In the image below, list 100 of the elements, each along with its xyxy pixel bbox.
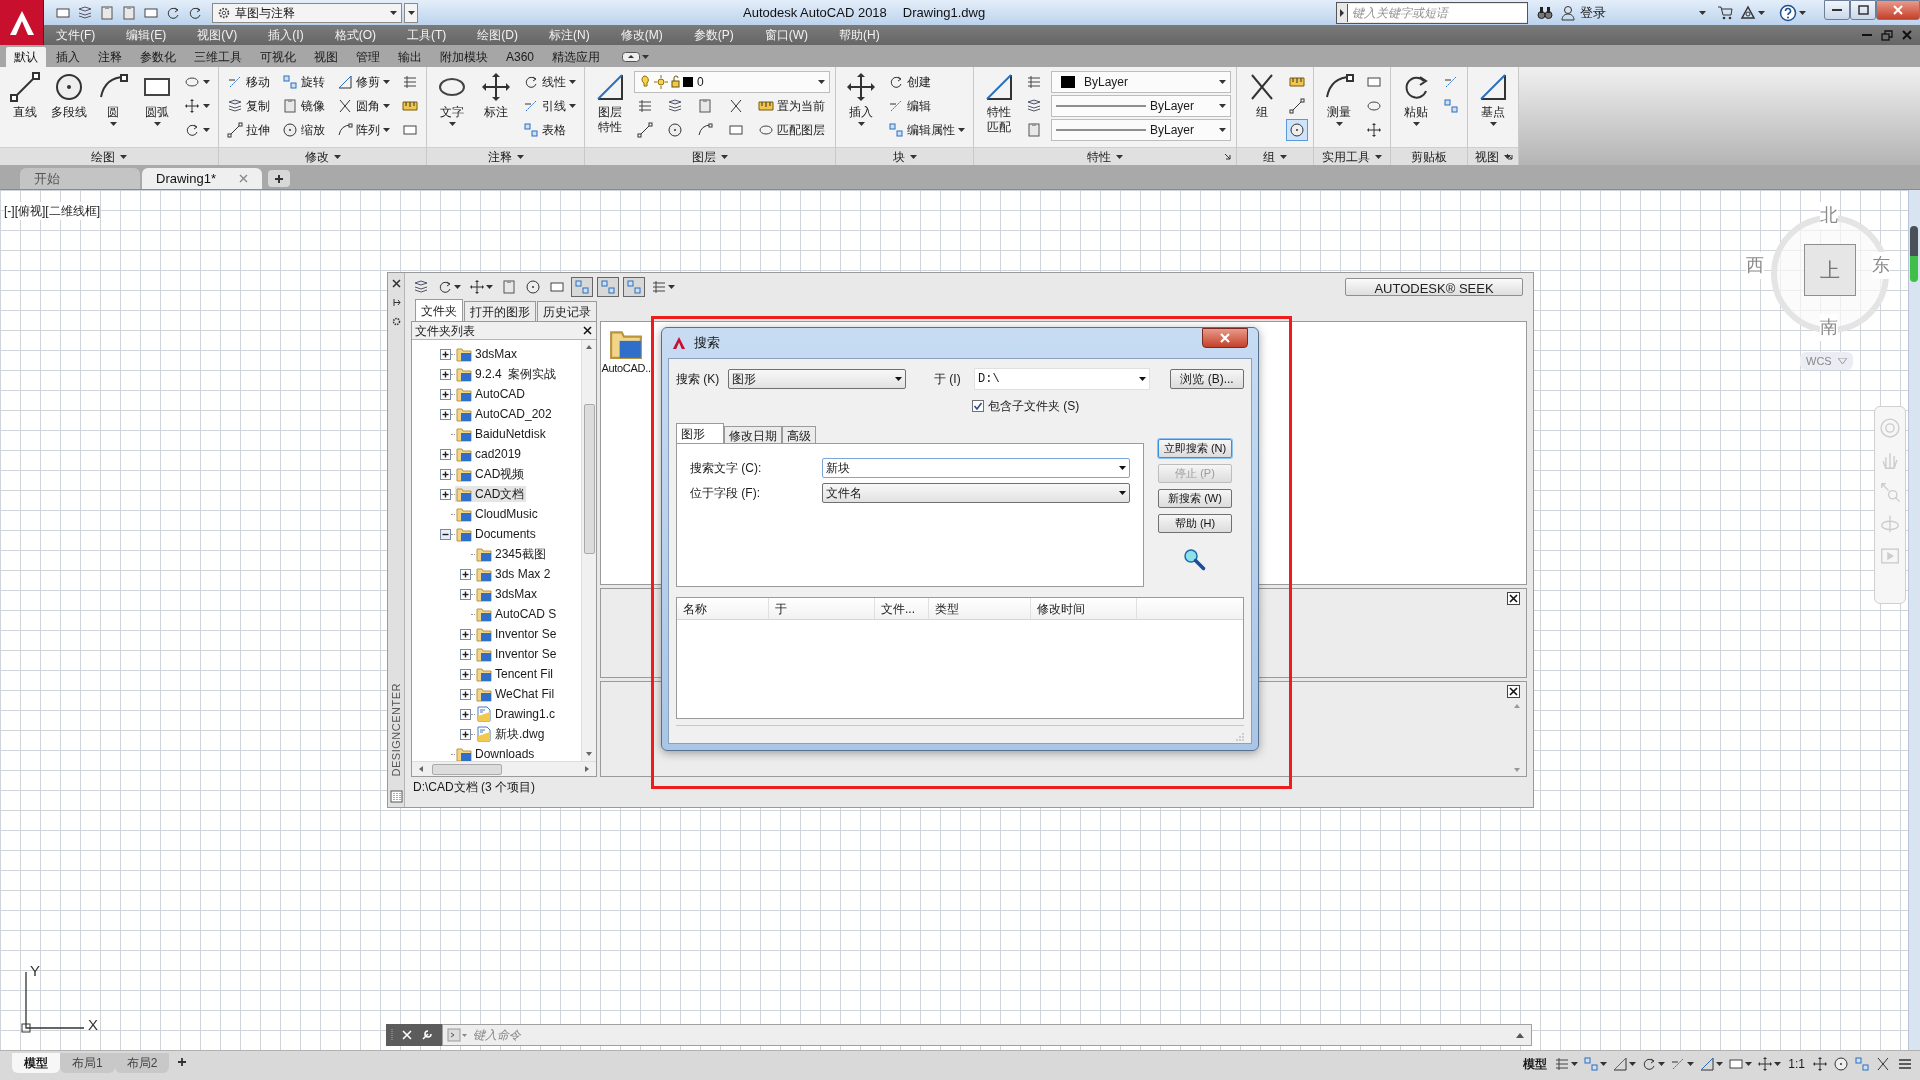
tool-button[interactable]: 引线: [520, 95, 579, 117]
panel-title-button[interactable]: 剪贴板: [1391, 147, 1467, 165]
panel-title-button[interactable]: 块: [836, 147, 973, 165]
search-type-dropdown[interactable]: 图形: [728, 369, 906, 389]
tree-item[interactable]: CAD视频: [455, 466, 527, 482]
ribbon-tab[interactable]: 视图: [306, 47, 346, 67]
large-tool-button[interactable]: 基点: [1473, 71, 1513, 126]
layout-tab[interactable]: 布局2: [114, 1053, 170, 1073]
ribbon-tab[interactable]: 输出: [390, 47, 430, 67]
tool-button[interactable]: 线性: [520, 71, 579, 93]
large-tool-button[interactable]: 组: [1242, 71, 1282, 120]
tool-button[interactable]: 镜像: [279, 95, 328, 117]
panel-title-button[interactable]: 注释: [427, 147, 584, 165]
panel-title-button[interactable]: 组: [1237, 147, 1313, 165]
tool-button[interactable]: 修剪: [334, 71, 393, 93]
menu-item[interactable]: 窗口(W): [762, 26, 810, 44]
large-tool-button[interactable]: 标注: [476, 71, 516, 120]
tool-button[interactable]: 编辑: [885, 95, 968, 117]
include-subfolders-checkbox[interactable]: 包含子文件夹 (S): [972, 397, 1080, 415]
tree-item[interactable]: 9.2.4 案例实战: [455, 366, 559, 382]
tool-button[interactable]: 表格: [520, 119, 579, 141]
workspace-dropdown[interactable]: 草图与注释: [212, 2, 402, 23]
tree-item[interactable]: 3ds Max 2: [475, 566, 553, 582]
panel-title-button[interactable]: 特性: [974, 147, 1236, 165]
property-dropdown[interactable]: ByLayer: [1051, 119, 1231, 141]
tool-button[interactable]: 阵列: [334, 119, 393, 141]
tool-button[interactable]: 圆角: [334, 95, 393, 117]
tree-item[interactable]: WeChat Fil: [475, 686, 557, 702]
panel-title-button[interactable]: 修改: [219, 147, 426, 165]
seek-button[interactable]: AUTODESK® SEEK: [1345, 278, 1523, 296]
tree-item[interactable]: 3dsMax: [475, 586, 540, 602]
compass-label[interactable]: 东: [1872, 252, 1890, 279]
panel-title-button[interactable]: 实用工具: [1314, 147, 1390, 165]
tool-button[interactable]: 旋转: [279, 71, 328, 93]
compass-label[interactable]: 南: [1820, 314, 1838, 341]
search-field[interactable]: 键入关键字或短语: [1336, 1, 1528, 24]
property-dropdown[interactable]: ByLayer: [1051, 71, 1231, 93]
ribbon-tab[interactable]: 附加模块: [432, 47, 496, 67]
ribbon-tab[interactable]: 精选应用: [544, 47, 609, 67]
large-tool-button[interactable]: 圆弧: [137, 71, 177, 126]
large-tool-button[interactable]: 粘贴: [1396, 71, 1436, 126]
column-header[interactable]: 文件...: [875, 598, 929, 619]
large-tool-button[interactable]: 直线: [5, 71, 45, 120]
tree-item[interactable]: 3dsMax: [455, 346, 520, 362]
column-header[interactable]: 修改时间: [1031, 598, 1137, 619]
ribbon-tab[interactable]: 管理: [348, 47, 388, 67]
browse-button[interactable]: 浏览 (B)...: [1170, 369, 1244, 389]
panel-title-button[interactable]: 绘图: [0, 147, 218, 165]
menu-item[interactable]: 格式(O): [332, 26, 378, 44]
column-header[interactable]: 类型: [929, 598, 1031, 619]
menu-item[interactable]: 参数(P): [691, 26, 736, 44]
dialog-button[interactable]: 帮助 (H): [1158, 514, 1232, 533]
tree-item[interactable]: Drawing1.c: [475, 706, 558, 722]
tree-item[interactable]: BaiduNetdisk: [455, 426, 548, 442]
ribbon-tab[interactable]: 注释: [90, 47, 130, 67]
menu-item[interactable]: 绘图(D): [475, 26, 520, 44]
layout-tab[interactable]: 布局1: [60, 1053, 115, 1073]
tree-item[interactable]: Documents: [455, 526, 538, 542]
menu-item[interactable]: 修改(M): [618, 26, 665, 44]
tool-button[interactable]: 编辑属性: [885, 119, 968, 141]
layer-dropdown[interactable]: 0: [634, 71, 830, 93]
tool-button[interactable]: 匹配图层: [754, 119, 830, 141]
menu-item[interactable]: 插入(I): [266, 26, 306, 44]
property-dropdown[interactable]: ByLayer: [1051, 95, 1231, 117]
tool-button[interactable]: 复制: [224, 95, 273, 117]
field-dropdown[interactable]: 文件名: [822, 483, 1130, 503]
annotation-scale-button[interactable]: 1:1: [1786, 1055, 1807, 1073]
panel-title-button[interactable]: 图层: [585, 147, 835, 165]
dialog-button[interactable]: 立即搜索 (N): [1158, 439, 1232, 458]
tool-button[interactable]: 拉伸: [224, 119, 273, 141]
menu-item[interactable]: 帮助(H): [837, 26, 882, 44]
tree-item[interactable]: 2345截图: [475, 546, 548, 562]
large-tool-button[interactable]: 文字: [432, 71, 472, 126]
tree-item[interactable]: Tencent Fil: [475, 666, 556, 682]
search-input[interactable]: 键入关键字或短语: [1347, 3, 1527, 22]
tree-item[interactable]: Inventor Se: [475, 626, 559, 642]
layout-tab[interactable]: 模型: [12, 1053, 60, 1073]
menu-item[interactable]: 视图(V): [195, 26, 240, 44]
palette-tab[interactable]: 打开的图形: [464, 301, 536, 321]
dialog-tab[interactable]: 图形: [676, 423, 724, 443]
large-tool-button[interactable]: 插入: [841, 71, 881, 126]
column-header[interactable]: 于: [769, 598, 875, 619]
menu-item[interactable]: 编辑(E): [124, 26, 169, 44]
dialog-tab[interactable]: 高级: [782, 426, 816, 443]
tool-button[interactable]: 缩放: [279, 119, 328, 141]
ribbon-tab[interactable]: 插入: [48, 47, 88, 67]
tool-button[interactable]: 置为当前: [754, 95, 830, 117]
large-tool-button[interactable]: 多段线: [49, 71, 89, 120]
ribbon-tab[interactable]: 三维工具: [186, 47, 250, 67]
ribbon-tab[interactable]: 可视化: [252, 47, 304, 67]
content-item[interactable]: AutoCAD..: [602, 326, 650, 580]
location-dropdown[interactable]: D:\: [974, 368, 1150, 390]
ribbon-tab[interactable]: 默认: [6, 47, 46, 67]
palette-tab[interactable]: 历史记录: [537, 301, 597, 321]
viewport-controls-label[interactable]: [-][俯视][二维线框]: [4, 202, 100, 220]
dialog-button[interactable]: 新搜索 (W): [1158, 489, 1232, 508]
tree-item[interactable]: AutoCAD_202: [455, 406, 554, 422]
large-tool-button[interactable]: 测量: [1319, 71, 1359, 126]
tool-button[interactable]: 移动: [224, 71, 273, 93]
large-tool-button[interactable]: 图层特性: [590, 71, 630, 135]
